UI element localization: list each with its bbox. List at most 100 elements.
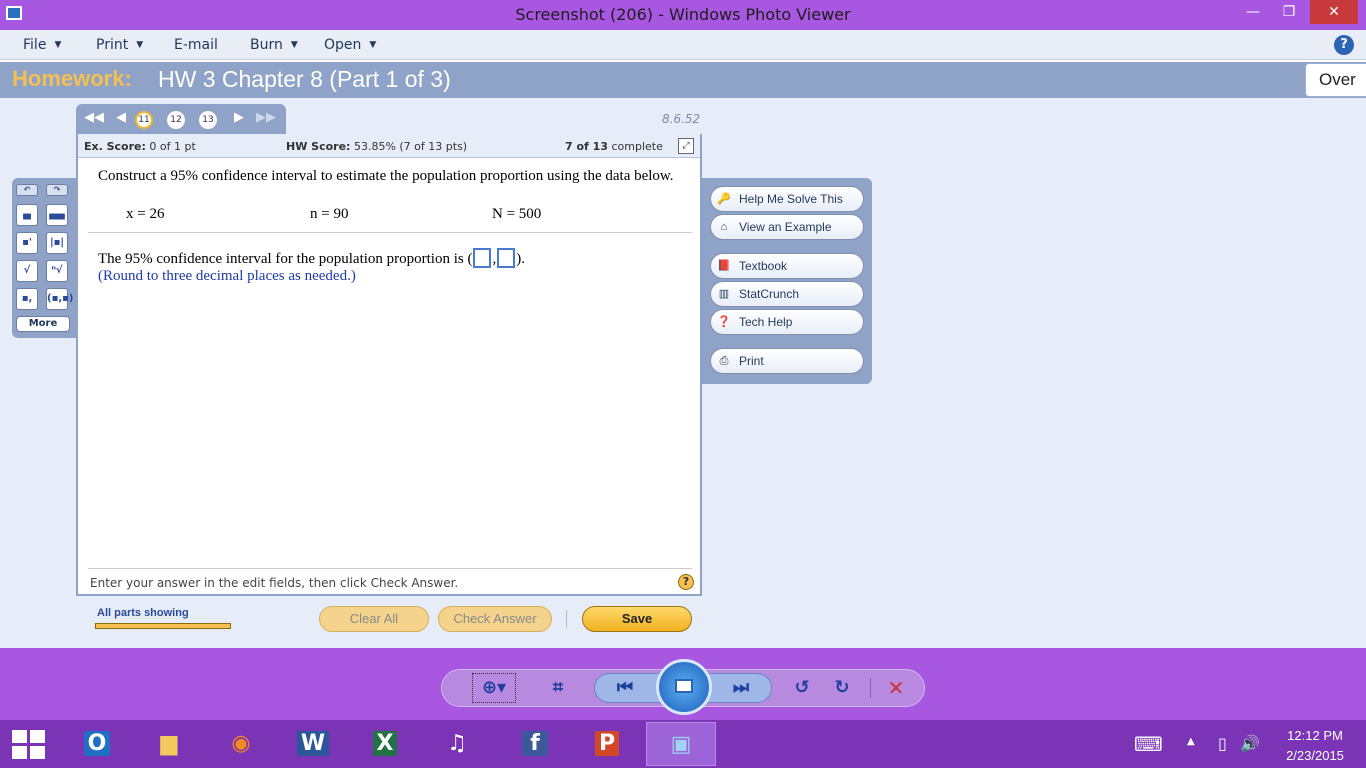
question-number-11[interactable]: 11 [135,111,153,129]
lower-bound-input[interactable] [473,248,492,268]
zoom-icon[interactable]: ⊕▾ [472,673,516,703]
help-me-solve-this-button[interactable]: 🔑 Help Me Solve This [710,186,864,212]
check-answer-button[interactable]: Check Answer [438,606,552,632]
chevron-up-icon[interactable]: ▲ [1187,736,1195,747]
chevron-down-icon: ▼ [369,40,377,50]
outlook-icon[interactable]: O [62,722,132,766]
redo-icon[interactable]: ↷ [46,184,68,196]
chevron-down-icon: ▼ [136,40,144,50]
maximize-button[interactable]: ❐ [1272,0,1306,24]
exponent-icon[interactable]: ▪' [16,232,38,254]
instructions-text: Enter your answer in the edit fields, th… [90,576,459,590]
menu-burn[interactable]: Burn ▼ [250,37,298,53]
fraction-icon[interactable]: ▄ [16,204,38,226]
clear-all-button[interactable]: Clear All [319,606,429,632]
homework-label: Homework: [12,66,132,91]
question-help-icon[interactable]: ? [678,574,694,590]
math-tools-palette: ↶ ↷ ▄ ▄▄ ▪' |▪| √ ⁿ√ ▪, (▪,▪) More [12,178,76,338]
question-id: 8.6.52 [662,112,701,126]
chevron-down-icon: ▼ [290,40,298,50]
media-icon[interactable]: ♫ [422,722,492,766]
menu-email[interactable]: E-mail [174,37,218,53]
print-button[interactable]: ⎙ Print [710,348,864,374]
print-label: Print [739,354,764,368]
undo-icon[interactable]: ↶ [16,184,38,196]
slideshow-button[interactable] [656,659,712,715]
question-panel: Ex. Score: 0 of 1 pt HW Score: 53.85% (7… [76,134,702,596]
value-population-size: N = 500 [492,206,542,222]
minimize-button[interactable]: — [1236,0,1270,24]
window-title: Screenshot (206) - Windows Photo Viewer [515,5,851,24]
menu-file-label: File [23,37,47,53]
chart-icon: ▥ [718,288,730,300]
statcrunch-button[interactable]: ▥ StatCrunch [710,281,864,307]
taskbar: O ▆ ◉ W X ♫ f P ▣ ⌨ ▲ ▯ 🔊 12:12 PM 2/23/… [0,720,1366,768]
question-number-12[interactable]: 12 [167,111,185,129]
mixed-number-icon[interactable]: ▄▄ [46,204,68,226]
textbook-button[interactable]: 📕 Textbook [710,253,864,279]
clock[interactable]: 12:12 PM 2/23/2015 [1268,726,1362,766]
help-icon[interactable]: ? [1334,35,1354,55]
file-explorer-icon[interactable]: ▆ [134,722,204,766]
exercise-score-value: 0 of 1 pt [149,140,196,153]
rotate-counterclockwise-icon[interactable]: ↺ [788,676,816,700]
speaker-icon[interactable]: 🔊 [1240,734,1260,753]
absolute-value-icon[interactable]: |▪| [46,232,68,254]
save-button[interactable]: Save [582,606,692,632]
exercise-score: Ex. Score: 0 of 1 pt [84,140,196,153]
exercise-score-label: Ex. Score: [84,140,146,153]
window-titlebar: Screenshot (206) - Windows Photo Viewer … [0,0,1366,30]
excel-icon[interactable]: X [350,722,420,766]
interval-icon[interactable]: (▪,▪) [46,288,74,310]
firefox-icon[interactable]: ◉ [206,722,276,766]
rotate-clockwise-icon[interactable]: ↻ [828,676,856,700]
menu-print[interactable]: Print ▼ [96,37,143,53]
tech-help-button[interactable]: ❓ Tech Help [710,309,864,335]
windows-logo-tile [12,746,27,759]
menu-bar: File ▼ Print ▼ E-mail Burn ▼ Open ▼ [0,30,1366,60]
homework-score-label: HW Score: [286,140,351,153]
divider [88,232,692,233]
parts-progress-bar [95,623,231,629]
facebook-icon[interactable]: f [500,722,570,766]
house-icon: ⌂ [720,221,728,233]
close-button[interactable]: ✕ [1310,0,1358,24]
question-navigator: ◀◀ ◀ 11 12 13 ▶ ▶▶ [76,104,286,134]
question-number-13[interactable]: 13 [199,111,217,129]
start-button[interactable] [12,730,46,760]
menu-open[interactable]: Open ▼ [324,37,376,53]
chevron-down-icon: ▼ [54,40,62,50]
powerpoint-icon[interactable]: P [572,722,642,766]
printer-icon: ⎙ [719,355,729,367]
previous-question-icon[interactable]: ◀ [116,110,126,125]
menu-file[interactable]: File ▼ [23,37,61,53]
word-icon[interactable]: W [278,722,348,766]
previous-image-icon[interactable]: ⏮ [613,676,637,700]
next-image-icon[interactable]: ⏭ [729,676,753,700]
separator [566,610,567,628]
actual-size-icon[interactable]: ⌗ [544,678,572,698]
view-example-button[interactable]: ⌂ View an Example [710,214,864,240]
answer-suffix: ). [516,251,525,267]
next-question-icon[interactable]: ▶ [234,110,244,125]
nth-root-icon[interactable]: ⁿ√ [46,260,68,282]
textbook-label: Textbook [739,259,788,273]
menu-print-label: Print [96,37,129,53]
clock-date: 2/23/2015 [1286,748,1344,763]
expand-icon[interactable]: ⤢ [678,138,694,154]
rounding-note: (Round to three decimal places as needed… [98,268,356,284]
help-me-solve-label: Help Me Solve This [739,192,843,206]
overview-button[interactable]: Over [1305,63,1366,97]
square-root-icon[interactable]: √ [16,260,38,282]
battery-icon[interactable]: ▯ [1218,734,1227,753]
book-icon: 📕 [717,260,731,272]
delete-icon[interactable]: ✕ [882,674,910,702]
keyboard-icon[interactable]: ⌨ [1134,732,1163,756]
subscript-icon[interactable]: ▪, [16,288,38,310]
photo-viewer-taskbar-icon[interactable]: ▣ [646,722,716,766]
first-question-icon[interactable]: ◀◀ [84,110,104,125]
parts-showing-label: All parts showing [97,607,189,619]
last-question-icon[interactable]: ▶▶ [256,110,276,125]
more-tools-button[interactable]: More [16,316,70,332]
upper-bound-input[interactable] [497,248,516,268]
